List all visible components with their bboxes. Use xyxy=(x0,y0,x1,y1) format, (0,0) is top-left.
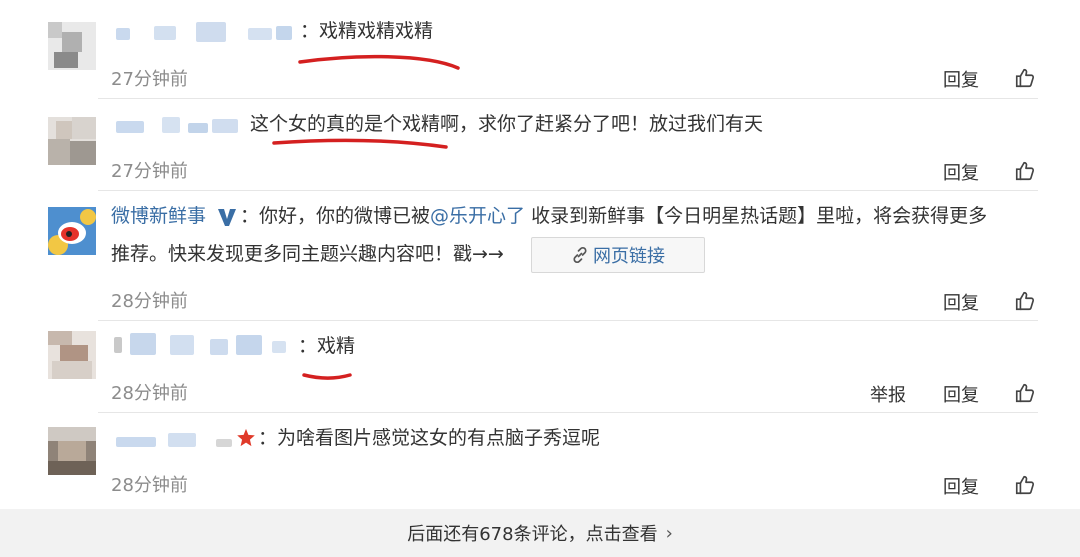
like-icon[interactable] xyxy=(1014,67,1036,89)
like-icon[interactable] xyxy=(1014,290,1036,312)
comment-text: ：戏精戏精戏精 xyxy=(300,20,434,42)
comment-text: ：为啥看图片感觉这女的有点脑子秀逗呢 xyxy=(258,427,601,449)
avatar[interactable] xyxy=(48,427,96,475)
load-more-label: 后面还有678条评论，点击查看 xyxy=(407,524,658,545)
username-blurred[interactable] xyxy=(116,429,236,451)
web-link-button[interactable]: 网页链接 xyxy=(531,237,705,273)
highlight-underline xyxy=(302,373,352,380)
avatar[interactable] xyxy=(48,207,96,255)
reply-button[interactable]: 回复 xyxy=(943,66,979,92)
comment-time: 27分钟前 xyxy=(111,69,188,90)
comment-text: ：戏精 xyxy=(298,335,356,357)
username-blurred[interactable] xyxy=(116,22,296,44)
comment-item: ：为啥看图片感觉这女的有点脑子秀逗呢 28分钟前 回复 xyxy=(0,413,1080,509)
report-button[interactable]: 举报 xyxy=(870,381,906,407)
comment-item: 这个女的真的是个戏精啊，求你了赶紧分了吧！放过我们有天 27分钟前 回复 xyxy=(0,99,1080,190)
avatar[interactable] xyxy=(48,331,96,379)
comment-item: ：戏精 28分钟前 举报 回复 xyxy=(0,321,1080,412)
username-blurred[interactable] xyxy=(116,115,246,137)
username[interactable]: 微博新鲜事 xyxy=(111,203,206,229)
comment-text-line2: 推荐。快来发现更多同主题兴趣内容吧！戳→→ xyxy=(111,243,504,265)
verified-v-icon xyxy=(218,209,236,226)
like-icon[interactable] xyxy=(1014,474,1036,496)
highlight-underline xyxy=(298,54,460,70)
comment-time: 28分钟前 xyxy=(111,475,188,496)
comment-time: 28分钟前 xyxy=(111,383,188,404)
comment-time: 27分钟前 xyxy=(111,161,188,182)
reply-button[interactable]: 回复 xyxy=(943,289,979,315)
star-badge-icon xyxy=(237,428,255,447)
reply-button[interactable]: 回复 xyxy=(943,159,979,185)
like-icon[interactable] xyxy=(1014,160,1036,182)
avatar[interactable] xyxy=(48,22,96,70)
link-icon xyxy=(573,246,587,264)
mention-link[interactable]: @乐开心了 xyxy=(430,205,525,227)
reply-button[interactable]: 回复 xyxy=(943,381,979,407)
comment-text: 这个女的真的是个戏精啊，求你了赶紧分了吧！放过我们有天 xyxy=(250,113,764,135)
chevron-right-icon: › xyxy=(665,522,673,544)
avatar[interactable] xyxy=(48,117,96,165)
highlight-underline xyxy=(272,138,448,149)
username-blurred[interactable] xyxy=(114,333,294,355)
like-icon[interactable] xyxy=(1014,382,1036,404)
weibo-logo-icon xyxy=(48,207,96,255)
comment-item: 微博新鲜事 ：你好，你的微博已被@乐开心了 收录到新鲜事【今日明星热话题】里啦，… xyxy=(0,191,1080,320)
reply-button[interactable]: 回复 xyxy=(943,473,979,499)
comment-time: 28分钟前 xyxy=(111,291,188,312)
load-more-comments[interactable]: 后面还有678条评论，点击查看 › xyxy=(0,509,1080,557)
comment-item: ：戏精戏精戏精 27分钟前 回复 xyxy=(0,0,1080,98)
comment-text-line1: ：你好，你的微博已被@乐开心了 收录到新鲜事【今日明星热话题】里啦，将会获得更多 xyxy=(240,205,988,227)
